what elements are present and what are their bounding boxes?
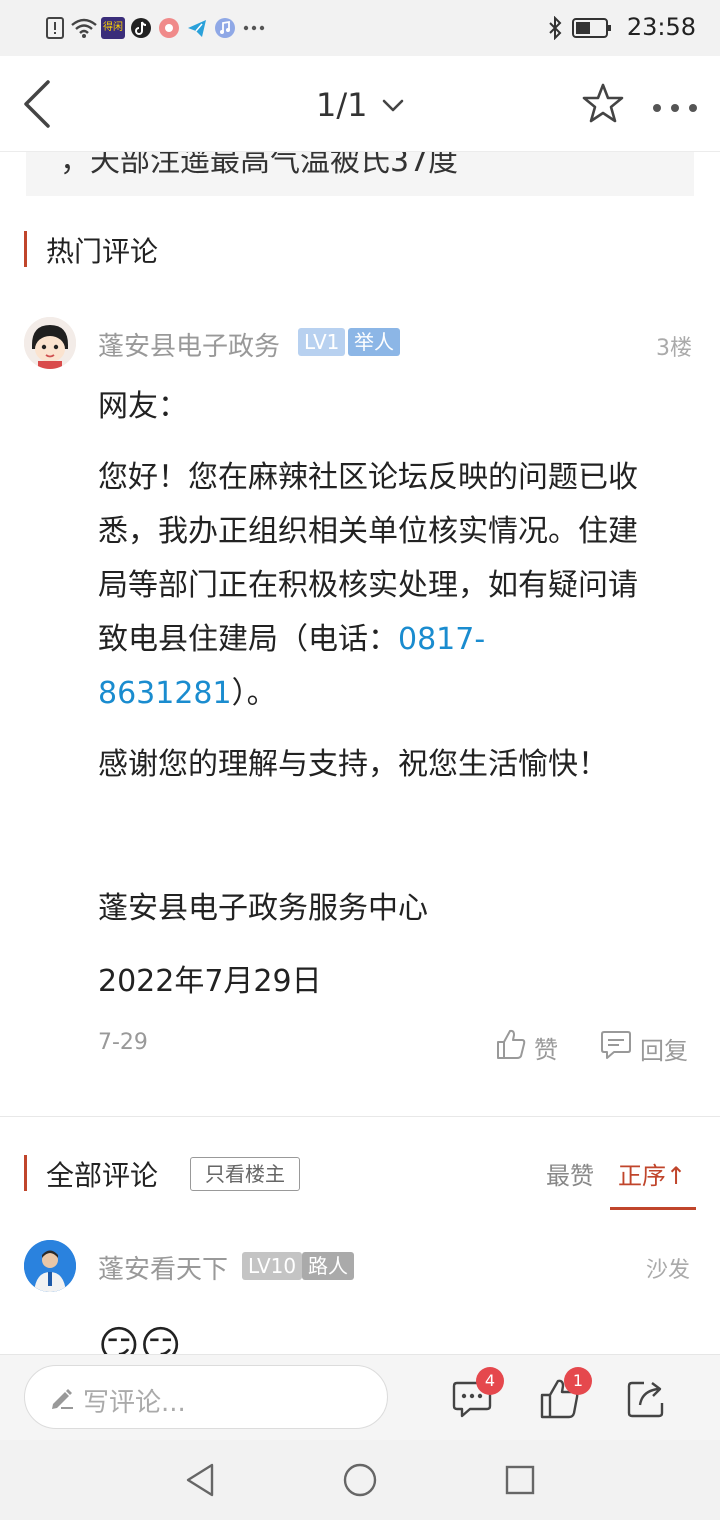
star-icon[interactable] xyxy=(582,82,624,124)
level-badge: LV1 xyxy=(298,328,346,356)
comment-username[interactable]: 蓬安县电子政务 xyxy=(98,326,280,363)
top-nav-bar: 1/1 xyxy=(0,56,720,152)
role-badge: 路人 xyxy=(302,1252,354,1280)
level-badge: LV10 xyxy=(242,1252,303,1280)
bluetooth-icon xyxy=(546,16,564,40)
comment-paragraph-1-end: ）。 xyxy=(231,676,277,711)
avatar[interactable] xyxy=(24,1240,76,1292)
share-icon[interactable] xyxy=(626,1377,668,1419)
music-icon xyxy=(214,16,236,40)
all-comments-title: 全部评论 xyxy=(46,1159,159,1192)
reply-label: 回复 xyxy=(640,1036,688,1065)
system-nav-bar xyxy=(0,1440,720,1520)
active-tab-underline xyxy=(610,1207,696,1210)
chevron-down-icon xyxy=(382,98,404,112)
hot-comments-title: 热门评论 xyxy=(46,235,159,268)
app-deyi-icon: 得闲 xyxy=(100,16,126,40)
tiktok-icon xyxy=(130,16,152,40)
telegram-icon xyxy=(186,16,208,40)
like-count-badge: 1 xyxy=(564,1367,592,1395)
page-selector[interactable]: 1/1 xyxy=(306,78,418,130)
comment-paragraph-2: 感谢您的理解与支持，祝您生活愉快！ xyxy=(98,747,608,782)
battery-icon xyxy=(572,16,612,40)
comment-paragraph-1-text: 您好！您在麻辣社区论坛反映的问题已收悉，我办正组织相关单位核实情况。住建局等部门… xyxy=(98,460,638,657)
comment-input[interactable]: 写评论... xyxy=(24,1365,388,1429)
quoted-text: ，天部注遥最高气温被氏37度 xyxy=(60,152,459,179)
like-button[interactable]: 赞 xyxy=(496,1028,558,1066)
pen-icon xyxy=(49,1386,75,1410)
comment-date-line: 2022年7月29日 xyxy=(98,964,322,999)
section-divider xyxy=(0,1116,720,1117)
bottom-action-bar: 写评论... 4 1 xyxy=(0,1354,720,1440)
quoted-post-snippet[interactable]: ，天部注遥最高气温被氏37度 xyxy=(26,152,694,196)
role-badge: 举人 xyxy=(348,328,400,356)
comment-signature: 蓬安县电子政务服务中心 xyxy=(98,891,428,926)
comment-input-placeholder: 写评论... xyxy=(83,1388,186,1418)
nav-home-icon[interactable] xyxy=(342,1462,378,1498)
avatar[interactable] xyxy=(24,317,76,369)
page-indicator: 1/1 xyxy=(316,86,368,124)
alert-icon xyxy=(44,16,66,40)
more-dots-icon xyxy=(242,16,266,40)
comments-button[interactable]: 4 xyxy=(448,1367,504,1425)
comment-bubble-icon xyxy=(600,1030,632,1066)
floor-label: 3楼 xyxy=(656,336,692,361)
comment-date: 7-29 xyxy=(98,1030,148,1055)
nav-recents-icon[interactable] xyxy=(504,1464,536,1496)
nav-back-icon[interactable] xyxy=(184,1462,216,1498)
clock: 23:58 xyxy=(626,13,696,41)
sort-most-liked-tab[interactable]: 最赞 xyxy=(546,1156,594,1191)
app-badge-text: 得闲 xyxy=(101,17,125,39)
comment-paragraph-1: 您好！您在麻辣社区论坛反映的问题已收悉，我办正组织相关单位核实情况。住建局等部门… xyxy=(98,451,658,721)
back-arrow-icon[interactable] xyxy=(18,78,58,130)
like-label: 赞 xyxy=(534,1035,558,1064)
comment-count-badge: 4 xyxy=(476,1367,504,1395)
wifi-icon xyxy=(70,16,98,40)
like-post-button[interactable]: 1 xyxy=(538,1367,592,1425)
sort-chronological-tab[interactable]: 正序↑ xyxy=(618,1156,686,1191)
app-red-icon xyxy=(158,16,180,40)
comment-greeting: 网友： xyxy=(98,389,188,424)
thumbs-up-icon xyxy=(496,1028,526,1066)
reply-button[interactable]: 回复 xyxy=(600,1030,688,1066)
section-accent-bar xyxy=(24,1155,27,1191)
owner-only-button[interactable]: 只看楼主 xyxy=(190,1157,300,1191)
floor-label: 沙发 xyxy=(646,1258,691,1283)
status-bar: 得闲 23:58 xyxy=(0,0,720,56)
comment-username[interactable]: 蓬安看天下 xyxy=(98,1249,228,1286)
section-accent-bar xyxy=(24,231,27,267)
more-icon[interactable] xyxy=(652,98,698,112)
